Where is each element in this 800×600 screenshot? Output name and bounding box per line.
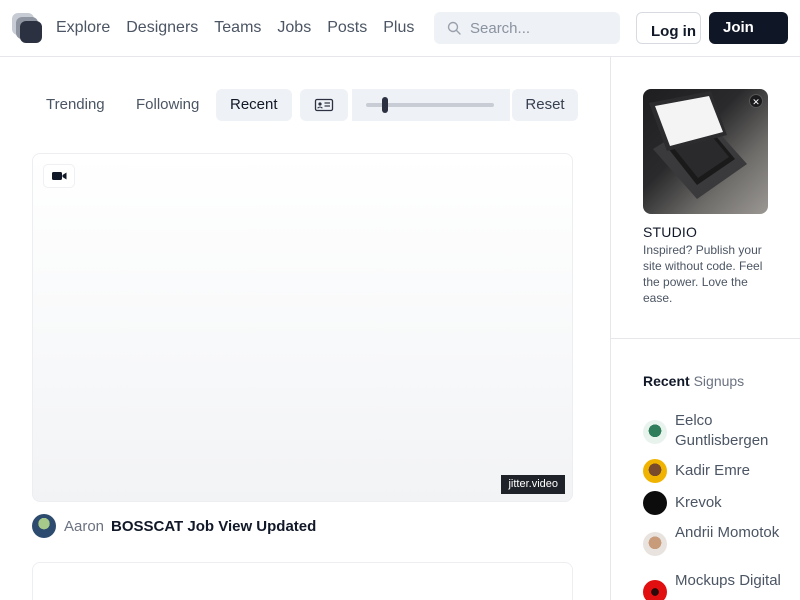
login-button[interactable]: Log in xyxy=(636,12,701,44)
video-badge xyxy=(44,165,74,187)
video-camera-icon xyxy=(52,172,67,180)
size-slider[interactable] xyxy=(352,89,510,121)
post-title[interactable]: BOSSCAT Job View Updated xyxy=(111,518,316,535)
signup-avatar xyxy=(643,459,667,483)
signup-name: Kadir Emre xyxy=(675,462,751,479)
recent-signups-heading: Recent Signups xyxy=(643,373,744,389)
ad-title: STUDIO xyxy=(643,224,698,240)
nav-teams[interactable]: Teams xyxy=(214,18,261,38)
tab-trending[interactable]: Trending xyxy=(32,89,118,121)
nav-plus[interactable]: Plus xyxy=(383,18,414,38)
slider-handle[interactable] xyxy=(382,97,388,113)
post-shot-preview[interactable]: jitter.video xyxy=(32,153,573,502)
search-icon xyxy=(447,21,461,35)
nav-explore[interactable]: Explore xyxy=(56,18,110,38)
search-input[interactable] xyxy=(470,12,616,44)
nav-jobs[interactable]: Jobs xyxy=(277,18,311,38)
author-name[interactable]: Aaron xyxy=(64,518,104,535)
laptop-illustration xyxy=(649,91,747,199)
id-card-icon xyxy=(314,98,334,112)
video-watermark: jitter.video xyxy=(501,475,565,494)
signup-name: Andrii Momotok xyxy=(675,524,780,541)
search-box[interactable] xyxy=(434,12,620,44)
signup-avatar xyxy=(643,420,667,444)
ad-image[interactable]: ✕ xyxy=(643,89,768,214)
signup-avatar xyxy=(643,491,667,515)
nav-posts[interactable]: Posts xyxy=(327,18,367,38)
reset-button[interactable]: Reset xyxy=(512,89,578,121)
signup-name: Eelco Guntlisbergen xyxy=(675,412,769,449)
signup-avatar xyxy=(643,532,667,556)
sidebar-section-divider xyxy=(611,338,800,339)
main-nav: Explore Designers Teams Jobs Posts Plus xyxy=(56,18,430,38)
signup-name: Mockups Digital xyxy=(675,572,781,589)
top-header: Explore Designers Teams Jobs Posts Plus … xyxy=(0,0,800,57)
join-button[interactable]: Join xyxy=(709,12,788,44)
card-view-toggle[interactable] xyxy=(300,89,348,121)
author-avatar[interactable] xyxy=(32,514,56,538)
close-icon[interactable]: ✕ xyxy=(749,94,763,108)
signup-name: Krevok xyxy=(675,494,722,511)
signup-avatar xyxy=(643,580,667,600)
nav-designers[interactable]: Designers xyxy=(126,18,198,38)
tab-recent[interactable]: Recent xyxy=(216,89,292,121)
tab-following[interactable]: Following xyxy=(122,89,212,121)
sidebar-divider xyxy=(610,57,611,600)
logo-icon[interactable] xyxy=(12,13,42,43)
post-shot-preview-next[interactable] xyxy=(32,562,573,600)
signups-heading-bold: Recent xyxy=(643,373,690,389)
ad-text: Inspired? Publish your site without code… xyxy=(643,243,763,305)
signups-heading-rest: Signups xyxy=(693,373,745,389)
